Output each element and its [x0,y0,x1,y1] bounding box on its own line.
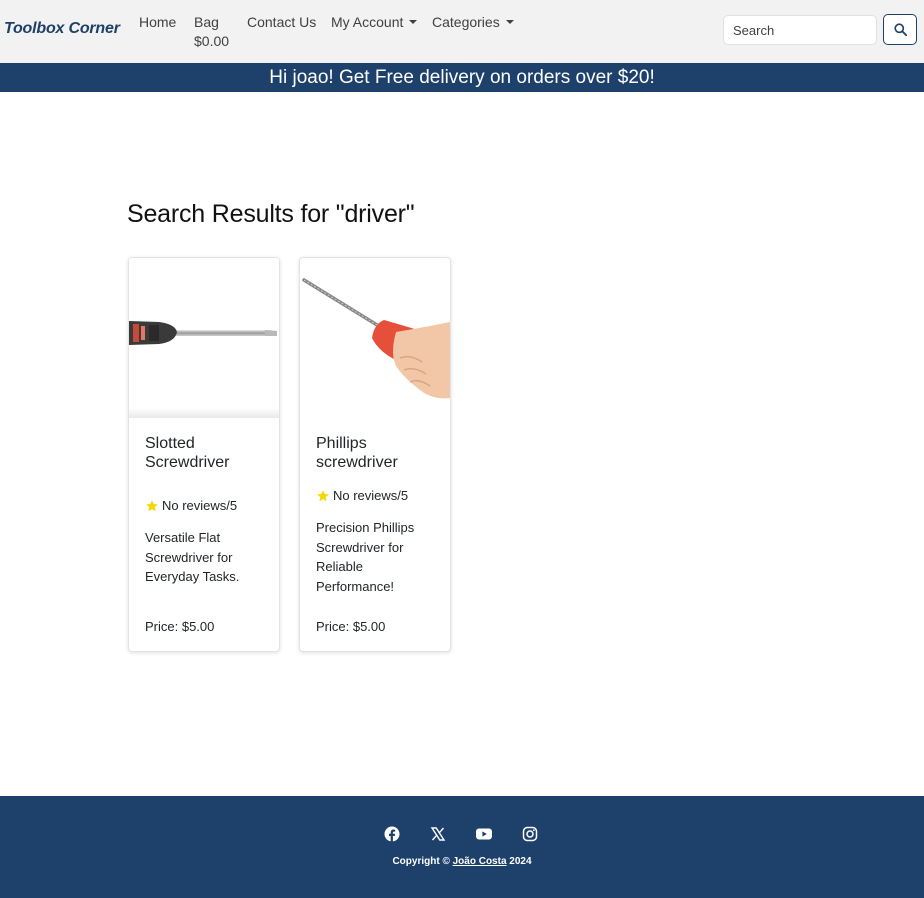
nav-contact[interactable]: Contact Us [247,13,316,32]
product-card[interactable]: Phillips screwdriver No reviews/5 Precis… [299,257,451,652]
nav-home[interactable]: Home [139,13,176,32]
product-title[interactable]: Phillips screwdriver [316,434,436,472]
nav-my-account-label: My Account [331,14,404,30]
phillips-screwdriver-image [302,278,450,399]
product-card[interactable]: Slotted Screwdriver No reviews/5 Versati… [128,257,280,652]
star-icon [146,499,158,511]
search-input[interactable] [723,15,877,45]
copyright: Copyright © João Costa 2024 [0,856,924,867]
author-link[interactable]: João Costa [453,856,507,867]
product-price: Price: $5.00 [145,619,215,634]
brand-logo[interactable]: Toolbox Corner [4,20,120,38]
copyright-year: 2024 [509,856,532,867]
nav-categories[interactable]: Categories [432,13,514,32]
product-rating: No reviews/5 [316,488,408,503]
promo-banner: Hi joao! Get Free delivery on orders ove… [0,63,924,92]
nav-bag[interactable]: Bag $0.00 [194,13,234,51]
slotted-screwdriver-image [129,321,279,418]
facebook-icon[interactable] [384,826,400,842]
search-button[interactable] [883,14,917,45]
product-rating: No reviews/5 [145,498,237,513]
star-icon [317,489,329,501]
rating-text: No reviews/5 [162,498,238,513]
x-icon[interactable] [430,826,446,842]
copyright-prefix: Copyright © [392,856,450,867]
product-image [300,258,450,418]
footer: Copyright © João Costa 2024 [0,796,924,898]
search-icon [893,23,907,36]
product-description: Precision Phillips Screwdriver for Relia… [316,520,415,594]
nav-my-account[interactable]: My Account [331,13,418,32]
chevron-down-icon [505,20,514,24]
page-title: Search Results for "driver" [127,200,415,228]
chevron-down-icon [409,20,418,24]
product-title[interactable]: Slotted Screwdriver [145,434,265,472]
rating-text: No reviews/5 [333,488,409,503]
youtube-icon[interactable] [476,826,492,842]
product-price: Price: $5.00 [316,619,386,634]
nav-categories-label: Categories [432,14,500,30]
product-image [129,258,279,418]
product-description: Versatile Flat Screwdriver for Everyday … [145,530,240,584]
instagram-icon[interactable] [522,826,538,842]
navbar: Toolbox Corner Home Bag $0.00 Contact Us… [0,0,924,63]
